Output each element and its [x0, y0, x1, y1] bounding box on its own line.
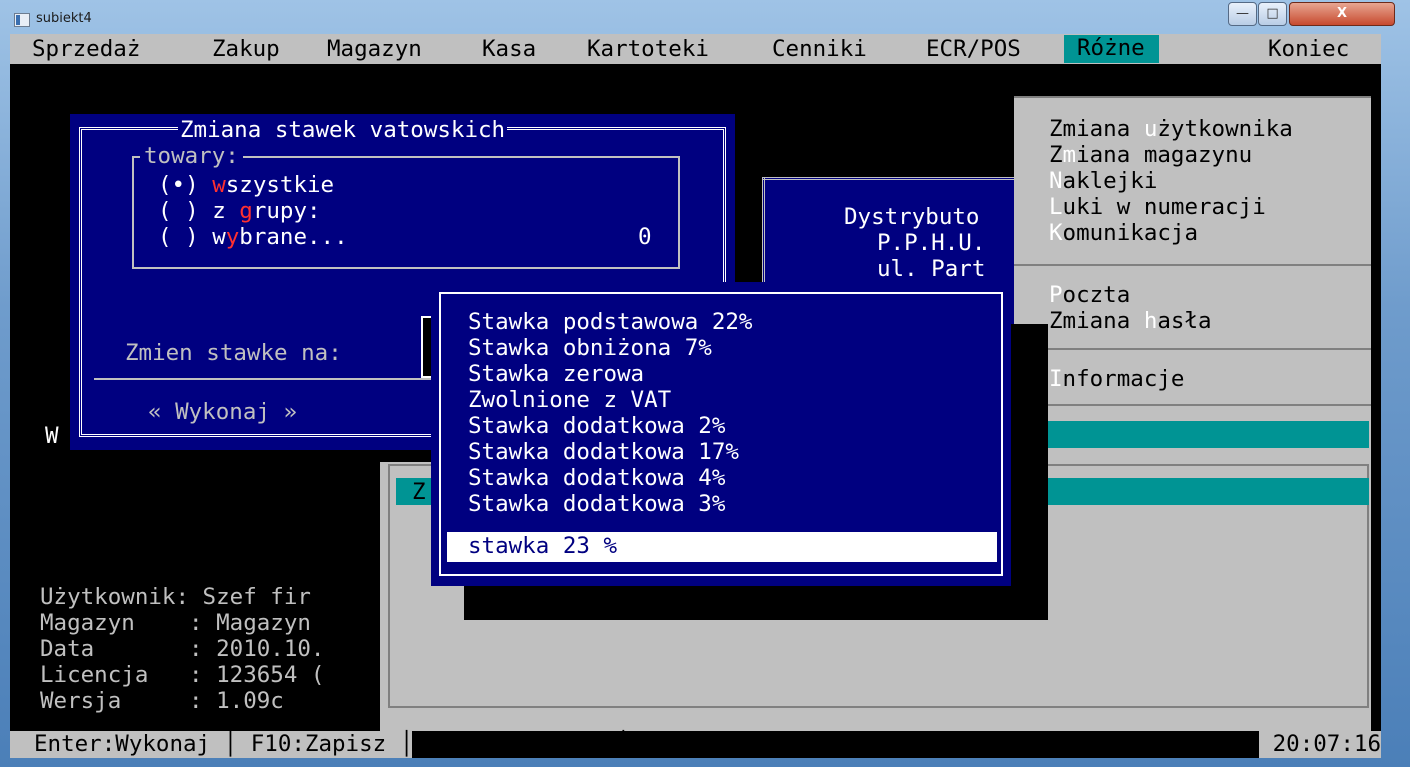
status-hotkeys: Enter:Wykonaj │ F10:Zapisz │ Esc:Zaniech… [34, 731, 631, 757]
menu-item-zmiana-uzytkownika[interactable]: Zmiana użytkownika [1049, 116, 1293, 142]
shadow [464, 582, 1048, 620]
list-item[interactable]: Stawka dodatkowa 3% [468, 491, 725, 517]
company-street: ul. Part [877, 256, 986, 282]
menu-item-poczta[interactable]: Poczta [1049, 282, 1130, 308]
status-clock: 20:07:16 [1259, 731, 1381, 758]
menu-koniec[interactable]: Koniec [1268, 36, 1349, 62]
execute-button[interactable]: « Wykonaj » [148, 399, 297, 425]
shadow [1010, 324, 1048, 620]
lower-panel-highlight [1047, 478, 1369, 505]
window-title: subiekt4 [36, 11, 92, 26]
list-item[interactable]: Zwolnione z VAT [468, 387, 671, 413]
list-item[interactable]: Stawka dodatkowa 17% [468, 439, 739, 465]
menu-item-luki-w-numeracji[interactable]: Luki w numeracji [1049, 194, 1266, 220]
radio-wszystkie[interactable]: (•) wszystkie [158, 172, 334, 198]
menu-border [1014, 96, 1371, 98]
selected-count: 0 [638, 224, 652, 250]
menu-separator [1014, 348, 1371, 350]
menu-separator [1014, 264, 1371, 266]
panel-border-top [762, 177, 1022, 184]
info-user: Użytkownik: Szef fir [40, 584, 311, 610]
list-item[interactable]: Stawka dodatkowa 2% [468, 413, 725, 439]
change-rate-label: Zmien stawke na: [125, 340, 342, 366]
company-type: P.P.H.U. [877, 230, 986, 256]
app-icon [14, 13, 30, 27]
menu-kasa[interactable]: Kasa [482, 36, 536, 62]
maximize-button[interactable]: □ [1258, 2, 1287, 26]
menu-sprzedaz[interactable]: Sprzedaż [32, 36, 140, 62]
menu-item-komunikacja[interactable]: Komunikacja [1049, 220, 1198, 246]
console-screen: Sprzedaż Zakup Magazyn Kasa Kartoteki Ce… [10, 34, 1381, 758]
menu-item-naklejki[interactable]: Naklejki [1049, 168, 1157, 194]
info-date: Data : 2010.10. [40, 636, 325, 662]
vat-rate-list: Stawka podstawowa 22% Stawka obniżona 7%… [431, 282, 1011, 586]
title-bar[interactable]: subiekt4 — □ X [0, 0, 1410, 34]
minimize-button[interactable]: — [1228, 2, 1257, 26]
menu-item-wlasne-highlight [1047, 421, 1369, 448]
list-item[interactable]: Stawka dodatkowa 4% [468, 465, 725, 491]
radio-z-grupy[interactable]: ( ) z grupy: [158, 198, 321, 224]
list-item-selected[interactable]: stawka 23 % [468, 533, 617, 559]
menu-item-zmiana-hasla[interactable]: Zmiana hasła [1049, 308, 1212, 334]
info-warehouse: Magazyn : Magazyn [40, 610, 311, 636]
company-name: Dystrybuto [844, 204, 980, 230]
menu-ecr-pos[interactable]: ECR/POS [926, 36, 1021, 62]
menu-item-informacje[interactable]: Informacje [1049, 366, 1184, 392]
info-version: Wersja : 1.09c [40, 688, 284, 714]
lower-panel-label: Z [412, 479, 426, 505]
menu-kartoteki[interactable]: Kartoteki [587, 36, 709, 62]
close-button[interactable]: X [1289, 2, 1395, 26]
menu-rozne[interactable]: Różne [1064, 35, 1159, 63]
menu-bar: Sprzedaż Zakup Magazyn Kasa Kartoteki Ce… [10, 34, 1381, 64]
status-line: Enter:Wykonaj │ F10:Zapisz │ Esc:Zaniech… [10, 731, 1381, 758]
menu-cenniki[interactable]: Cenniki [772, 36, 867, 62]
application-window: subiekt4 — □ X Sprzedaż Zakup Magazyn Ka… [0, 0, 1410, 767]
list-item[interactable]: Stawka podstawowa 22% [468, 309, 752, 335]
towary-group-label: towary: [140, 143, 243, 169]
radio-wybrane[interactable]: ( ) wybrane... [158, 224, 348, 250]
info-license: Licencja : 123654 ( [40, 662, 325, 688]
list-item[interactable]: Stawka zerowa [468, 361, 644, 387]
menu-item-zmiana-magazynu[interactable]: Zmiana magazynu [1049, 142, 1252, 168]
menu-zakup[interactable]: Zakup [212, 36, 280, 62]
dialog-title: Zmiana stawek vatowskich [178, 117, 508, 143]
list-item[interactable]: Stawka obniżona 7% [468, 335, 712, 361]
menu-magazyn[interactable]: Magazyn [327, 36, 422, 62]
menu-separator [1014, 404, 1371, 406]
